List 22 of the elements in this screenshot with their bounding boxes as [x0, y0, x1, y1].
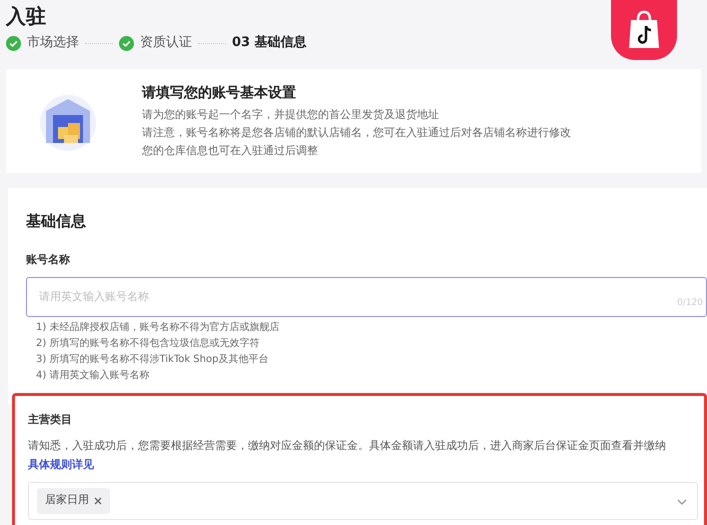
intro-text: 请为您的账号起一个名字，并提供您的首公里发货及退货地址 — [142, 106, 440, 122]
section-heading: 基础信息 — [26, 211, 87, 232]
tag-label: 居家日用 — [45, 492, 89, 508]
hint-text: 1) 未经品牌授权店铺，账号名称不得为官方店或旗舰店 — [36, 320, 280, 334]
intro-text: 请注意，账号名称将是您各店铺的默认店铺名，您可在入驻通过后对各店铺名称进行修改 — [142, 124, 571, 140]
step-label: 03 基础信息 — [232, 34, 307, 52]
category-select[interactable]: 居家日用 — [28, 482, 698, 520]
hint-text: 4) 请用英文输入账号名称 — [36, 368, 150, 382]
field-label: 主营类目 — [28, 412, 73, 428]
hint-text: 2) 所填写的账号名称不得包含垃圾信息或无效字符 — [36, 336, 260, 350]
shopping-bag-icon — [627, 10, 661, 50]
intro-text: 您的仓库信息也可在入驻通过后调整 — [142, 142, 319, 158]
step-label: 市场选择 — [27, 34, 79, 52]
page-title: 入驻 — [6, 3, 47, 30]
hint-text: 3) 所填写的账号名称不得涉TikTok Shop及其他平台 — [36, 352, 270, 366]
chevron-down-icon — [677, 498, 687, 504]
close-icon[interactable] — [94, 496, 102, 504]
intro-title: 请填写您的账号基本设置 — [142, 84, 297, 102]
step-label: 资质认证 — [140, 34, 192, 52]
field-label: 账号名称 — [26, 252, 71, 268]
rules-link[interactable]: 具体规则详见 — [28, 458, 94, 470]
notice-text: 请知悉，入驻成功后，您需要根据经营需要，缴纳对应金额的保证金。具体金额请入驻成功后，进入商家后台保证金页面查看并缴纳 具体规则详见 — [28, 438, 667, 472]
